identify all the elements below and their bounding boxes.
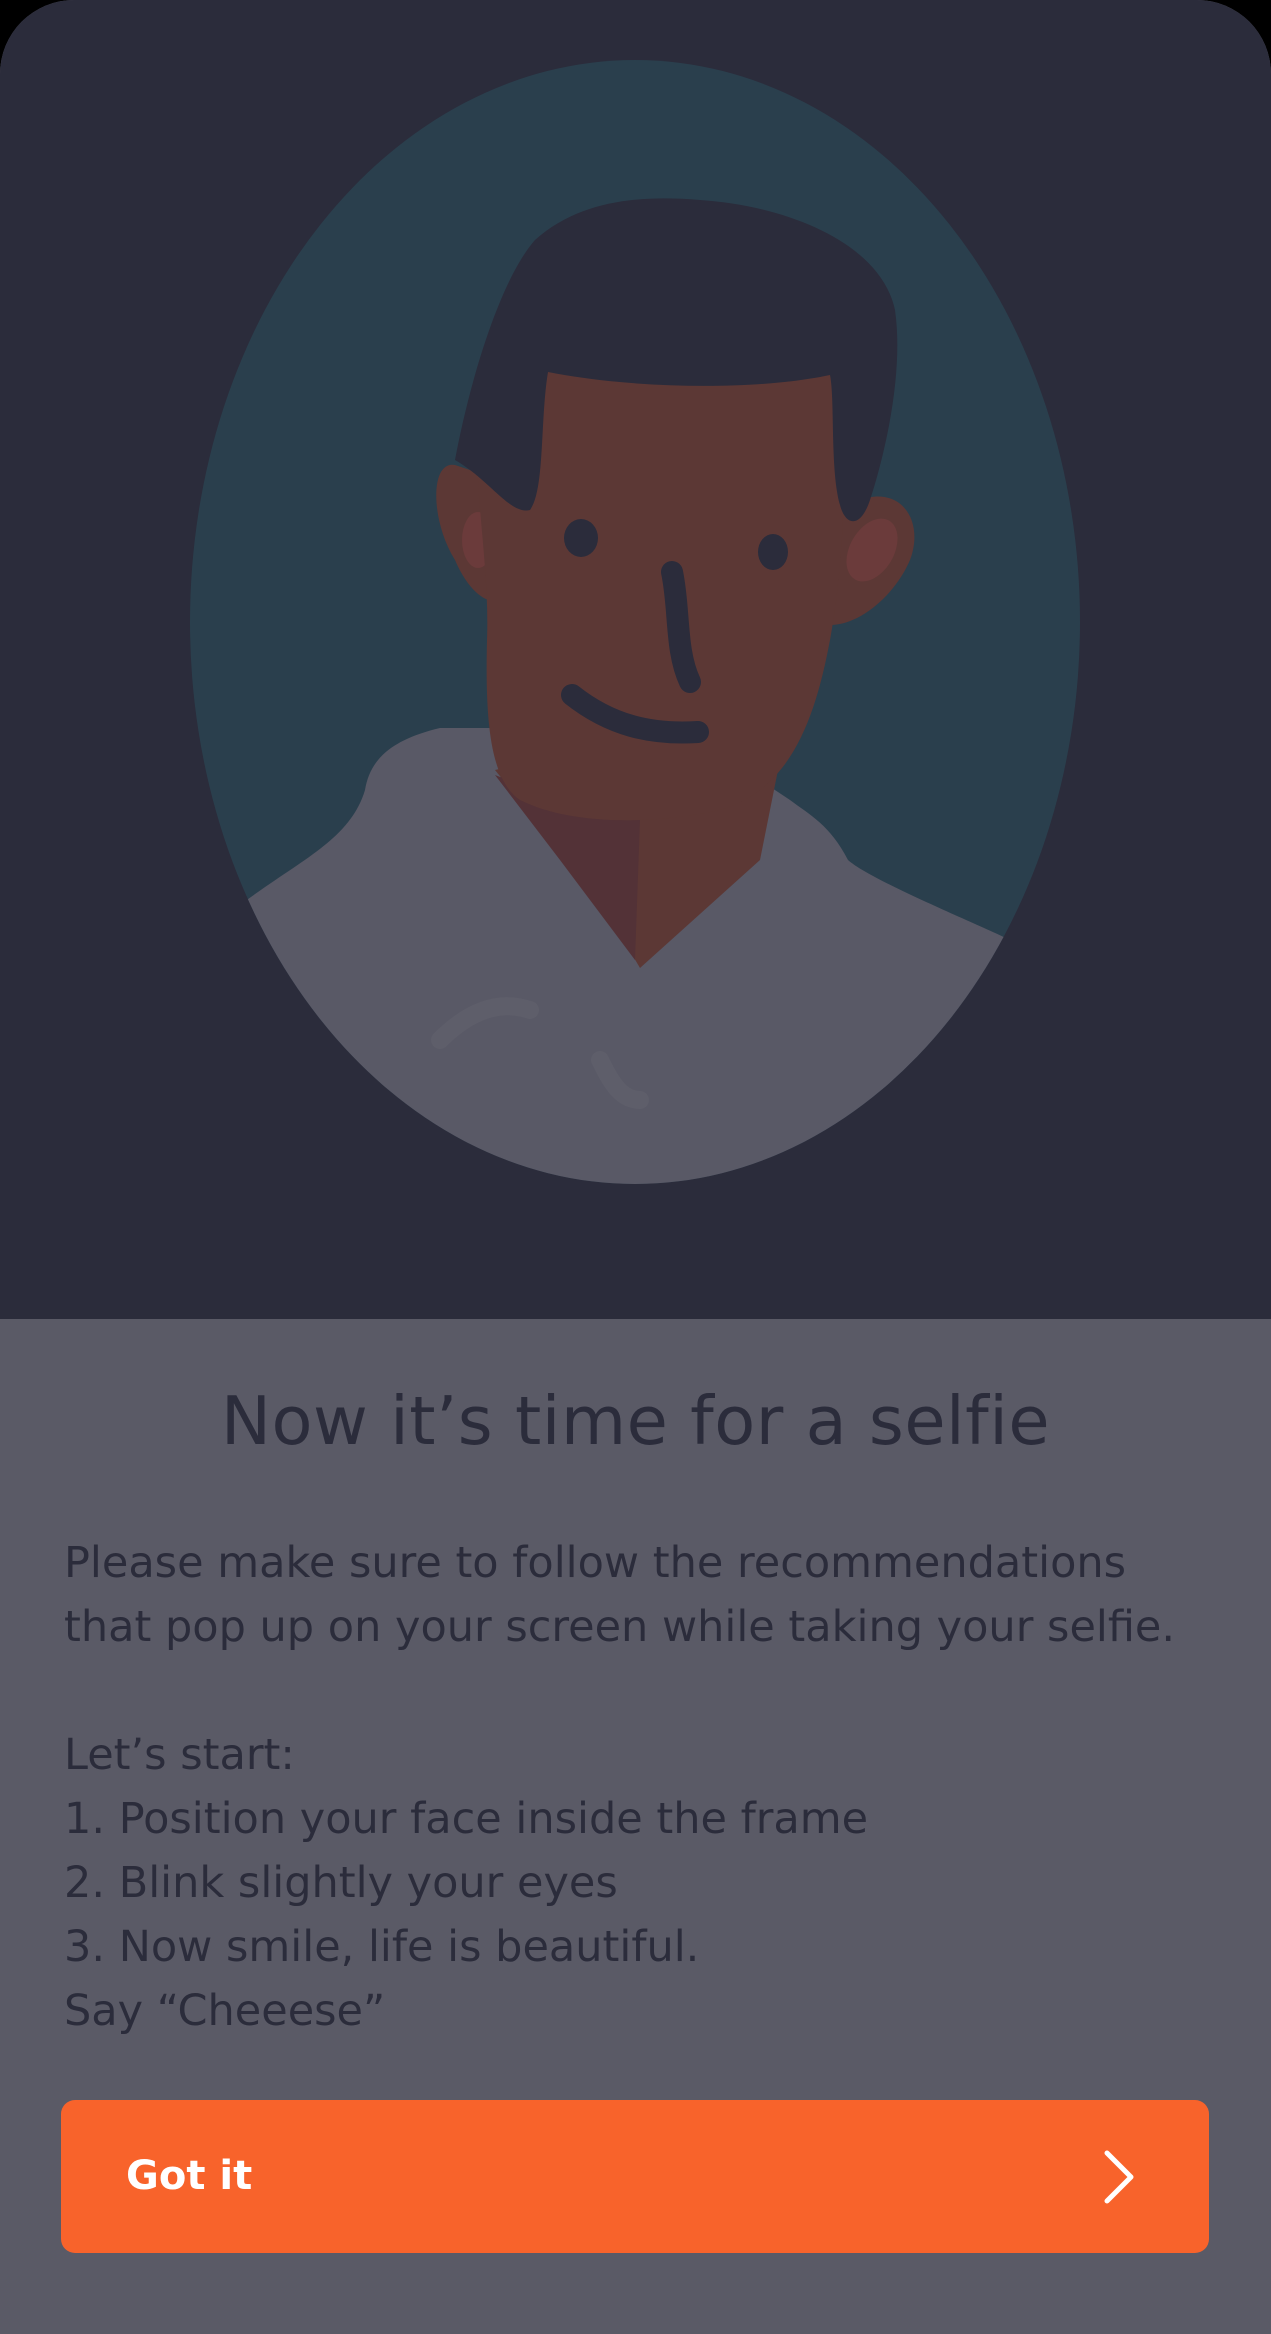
step-item-1: 1. Position your face inside the frame <box>64 1794 869 1844</box>
chevron-right-icon <box>1104 2150 1134 2204</box>
steps-header: Let’s start: <box>64 1730 295 1780</box>
step-item-4: Say “Cheeese” <box>64 1986 386 2036</box>
hero-section <box>0 0 1271 1319</box>
got-it-label: Got it <box>126 2153 253 2199</box>
step-item-3: 3. Now smile, life is beautiful. <box>64 1922 700 1972</box>
intro-text-line-1: Please make sure to follow the recommend… <box>64 1538 1127 1588</box>
page-title: Now it’s time for a selfie <box>220 1382 1051 1460</box>
left-eye <box>564 519 598 557</box>
selfie-instructions-screen: Now it’s time for a selfie Please make s… <box>0 0 1271 2334</box>
intro-text-line-2: that pop up on your screen while taking … <box>64 1602 1176 1652</box>
step-item-2: 2. Blink slightly your eyes <box>64 1858 618 1908</box>
right-eye <box>758 534 788 570</box>
selfie-illustration <box>190 60 1080 1184</box>
got-it-button[interactable]: Got it <box>61 2100 1209 2253</box>
